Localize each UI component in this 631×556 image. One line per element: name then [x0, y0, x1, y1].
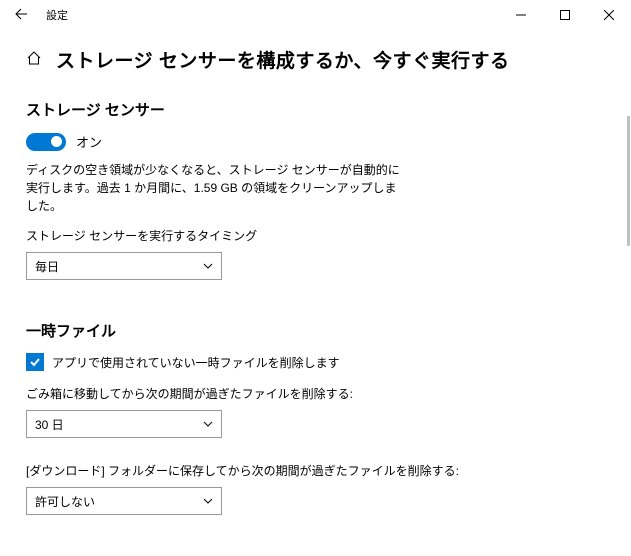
scrollbar-thumb[interactable] — [627, 116, 630, 246]
window-controls — [499, 0, 631, 30]
chevron-down-icon — [203, 261, 213, 271]
storage-sense-description: ディスクの空き領域が少なくなると、ストレージ センサーが自動的に実行します。過去… — [26, 161, 406, 215]
run-timing-label: ストレージ センサーを実行するタイミング — [26, 227, 605, 244]
downloads-value: 許可しない — [35, 493, 95, 510]
storage-sense-toggle[interactable] — [26, 133, 66, 151]
page-header: ストレージ センサーを構成するか、今すぐ実行する — [26, 46, 605, 73]
window-title: 設定 — [46, 7, 68, 23]
minimize-button[interactable] — [499, 0, 543, 30]
delete-temp-checkbox[interactable] — [26, 353, 44, 371]
recycle-bin-label: ごみ箱に移動してから次の期間が過ぎたファイルを削除する: — [26, 385, 605, 402]
delete-temp-checkbox-row: アプリで使用されていない一時ファイルを削除します — [26, 353, 605, 371]
run-timing-select[interactable]: 毎日 — [26, 252, 222, 280]
delete-temp-checkbox-label: アプリで使用されていない一時ファイルを削除します — [52, 354, 340, 371]
close-button[interactable] — [587, 0, 631, 30]
settings-window: 設定 ストレージ センサーを構成するか、今すぐ実行する ストレージ センサー — [0, 0, 631, 556]
downloads-label: [ダウンロード] フォルダーに保存してから次の期間が過ぎたファイルを削除する: — [26, 462, 605, 479]
recycle-bin-value: 30 日 — [35, 416, 64, 433]
storage-sense-toggle-label: オン — [76, 132, 102, 151]
chevron-down-icon — [203, 419, 213, 429]
storage-sense-toggle-row: オン — [26, 132, 605, 151]
chevron-down-icon — [203, 496, 213, 506]
maximize-button[interactable] — [543, 0, 587, 30]
titlebar: 設定 — [0, 0, 631, 30]
back-icon[interactable] — [14, 7, 28, 24]
home-icon[interactable] — [26, 50, 42, 69]
recycle-bin-select[interactable]: 30 日 — [26, 410, 222, 438]
run-timing-value: 毎日 — [35, 258, 59, 275]
downloads-select[interactable]: 許可しない — [26, 487, 222, 515]
temp-files-heading: 一時ファイル — [26, 320, 605, 341]
storage-sense-heading: ストレージ センサー — [26, 99, 605, 120]
page-title: ストレージ センサーを構成するか、今すぐ実行する — [56, 46, 510, 73]
content-area: ストレージ センサーを構成するか、今すぐ実行する ストレージ センサー オン デ… — [0, 30, 631, 556]
